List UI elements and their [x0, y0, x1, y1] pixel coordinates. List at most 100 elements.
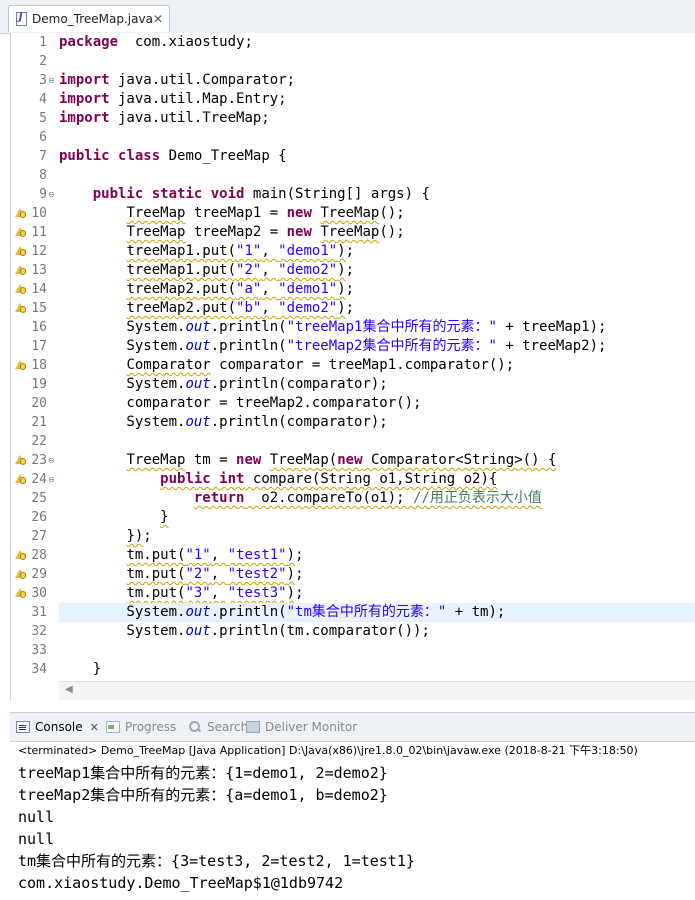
gutter-line: 18	[11, 356, 57, 375]
code-token: treeMap1 =	[185, 205, 287, 221]
code-token: ;	[345, 300, 355, 316]
fold-toggle-icon[interactable]: ⊖	[48, 470, 57, 489]
code-line[interactable]: System.out.println("tm集合中所有的元素：" + tm);	[59, 603, 695, 622]
code-line[interactable]: return o2.compareTo(o1); //用正负表示大小值	[59, 489, 695, 508]
code-line[interactable]	[59, 128, 695, 147]
code-line[interactable]: System.out.println(comparator);	[59, 375, 695, 394]
code-token: "demo1"	[278, 281, 338, 297]
code-token: + tm);	[446, 604, 506, 620]
code-token: out	[185, 414, 211, 430]
code-token: Comparator<String>() {	[362, 452, 557, 468]
line-number: 33	[31, 643, 47, 658]
fold-toggle-icon[interactable]: ⊖	[48, 185, 57, 204]
gutter-line: 30	[11, 584, 57, 603]
line-number: 5	[39, 111, 47, 126]
code-token: new	[337, 452, 363, 468]
code-token: ;	[345, 262, 355, 278]
code-line[interactable]	[59, 52, 695, 71]
line-number: 24	[31, 472, 47, 487]
code-line[interactable]: import java.util.Comparator;	[59, 71, 695, 90]
code-token: treeMap2.put(	[126, 281, 237, 297]
code-line[interactable]: });	[59, 527, 695, 546]
code-token: "1"	[236, 243, 262, 259]
code-area[interactable]: package com.xiaostudy; import java.util.C…	[59, 33, 695, 700]
code-line[interactable]: treeMap2.put("a", "demo1");	[59, 280, 695, 299]
code-line[interactable]: public class Demo_TreeMap {	[59, 147, 695, 166]
horizontal-scrollbar[interactable]: ◀	[59, 681, 695, 700]
gutter-line: 23 ⊖	[11, 451, 57, 470]
line-number: 18	[31, 358, 47, 373]
line-number: 3	[39, 73, 47, 88]
gutter-line: 28	[11, 546, 57, 565]
fold-toggle-icon[interactable]: ⊖	[48, 71, 57, 90]
console-tab-console[interactable]: Console ✕	[16, 718, 99, 736]
console-tab-search[interactable]: Search	[188, 718, 248, 736]
code-line[interactable]	[59, 166, 695, 185]
console-tab-label: Search	[207, 720, 249, 734]
code-token: "test2"	[227, 566, 287, 582]
console-tab-progress[interactable]: Progress	[106, 718, 176, 736]
code-line[interactable]	[59, 432, 695, 451]
scroll-left-icon[interactable]: ◀	[65, 684, 73, 695]
line-number: 9	[39, 187, 47, 202]
code-token: System.	[59, 623, 186, 639]
code-token: System.	[59, 319, 186, 335]
console-output[interactable]: treeMap1集合中所有的元素：{1=demo1, 2=demo2} treeM…	[18, 762, 415, 894]
code-line[interactable]: System.out.println("treeMap1集合中所有的元素：" +…	[59, 318, 695, 337]
line-number: 32	[31, 624, 47, 639]
code-line[interactable]: import java.util.Map.Entry;	[59, 90, 695, 109]
code-line[interactable]: tm.put("3", "test3");	[59, 584, 695, 603]
code-token: ;	[295, 547, 304, 563]
line-number: 34	[31, 662, 47, 677]
close-icon[interactable]: ✕	[153, 12, 163, 26]
console-output-line: treeMap1集合中所有的元素：{1=demo1, 2=demo2}	[18, 764, 388, 782]
deliver-monitor-icon	[246, 721, 260, 733]
code-line[interactable]: System.out.println(tm.comparator());	[59, 622, 695, 641]
code-line[interactable]: System.out.println(comparator);	[59, 413, 695, 432]
code-token: treeMap1.put(	[126, 243, 237, 259]
code-line[interactable]: }	[59, 508, 695, 527]
code-line[interactable]: package com.xiaostudy;	[59, 33, 695, 52]
gutter-line: 34	[11, 660, 57, 679]
console-tab-deliver-monitor[interactable]: Deliver Monitor	[246, 718, 357, 736]
code-line[interactable]: tm.put("2", "test2");	[59, 565, 695, 584]
line-number: 7	[39, 149, 47, 164]
code-token: )	[337, 262, 346, 278]
code-line[interactable]: comparator = treeMap2.comparator();	[59, 394, 695, 413]
code-line[interactable]	[59, 641, 695, 660]
gutter-line: 12	[11, 242, 57, 261]
line-number: 28	[31, 548, 47, 563]
code-line[interactable]: tm.put("1", "test1");	[59, 546, 695, 565]
code-line[interactable]: Comparator comparator = treeMap1.compara…	[59, 356, 695, 375]
code-line[interactable]: import java.util.TreeMap;	[59, 109, 695, 128]
code-editor[interactable]: 1 2 3 ⊖ 4 5 6 7 8 9 ⊖ 10 11 12 13 14 15 16 17 18 19 20 21 22 23 ⊖…	[10, 33, 695, 700]
code-token: ;	[345, 243, 355, 259]
code-line[interactable]: treeMap1.put("2", "demo2");	[59, 261, 695, 280]
code-token: "demo1"	[278, 243, 338, 259]
gutter-line: 3 ⊖	[11, 71, 57, 90]
code-line[interactable]: treeMap2.put("b", "demo2");	[59, 299, 695, 318]
code-line[interactable]: TreeMap treeMap2 = new TreeMap();	[59, 223, 695, 242]
console-tab-label: Deliver Monitor	[265, 720, 358, 734]
code-token: .println(	[210, 319, 287, 335]
editor-tab-demo-treemap[interactable]: J Demo_TreeMap.java ✕	[8, 5, 170, 32]
fold-toggle-icon[interactable]: ⊖	[48, 451, 57, 470]
code-line[interactable]: System.out.println("treeMap2集合中所有的元素：" +…	[59, 337, 695, 356]
code-line[interactable]: public static void main(String[] args) {	[59, 185, 695, 204]
line-number: 17	[31, 339, 47, 354]
code-line[interactable]: treeMap1.put("1", "demo1");	[59, 242, 695, 261]
gutter-line: 25	[11, 489, 57, 508]
code-token: static	[151, 186, 203, 202]
close-icon[interactable]: ✕	[90, 721, 99, 734]
code-line[interactable]: }	[59, 660, 695, 679]
code-line[interactable]: TreeMap tm = new TreeMap(new Comparator<…	[59, 451, 695, 470]
gutter-line: 32	[11, 622, 57, 641]
code-line[interactable]: TreeMap treeMap1 = new TreeMap();	[59, 204, 695, 223]
code-line[interactable]: public int compare(String o1,String o2){	[59, 470, 695, 489]
